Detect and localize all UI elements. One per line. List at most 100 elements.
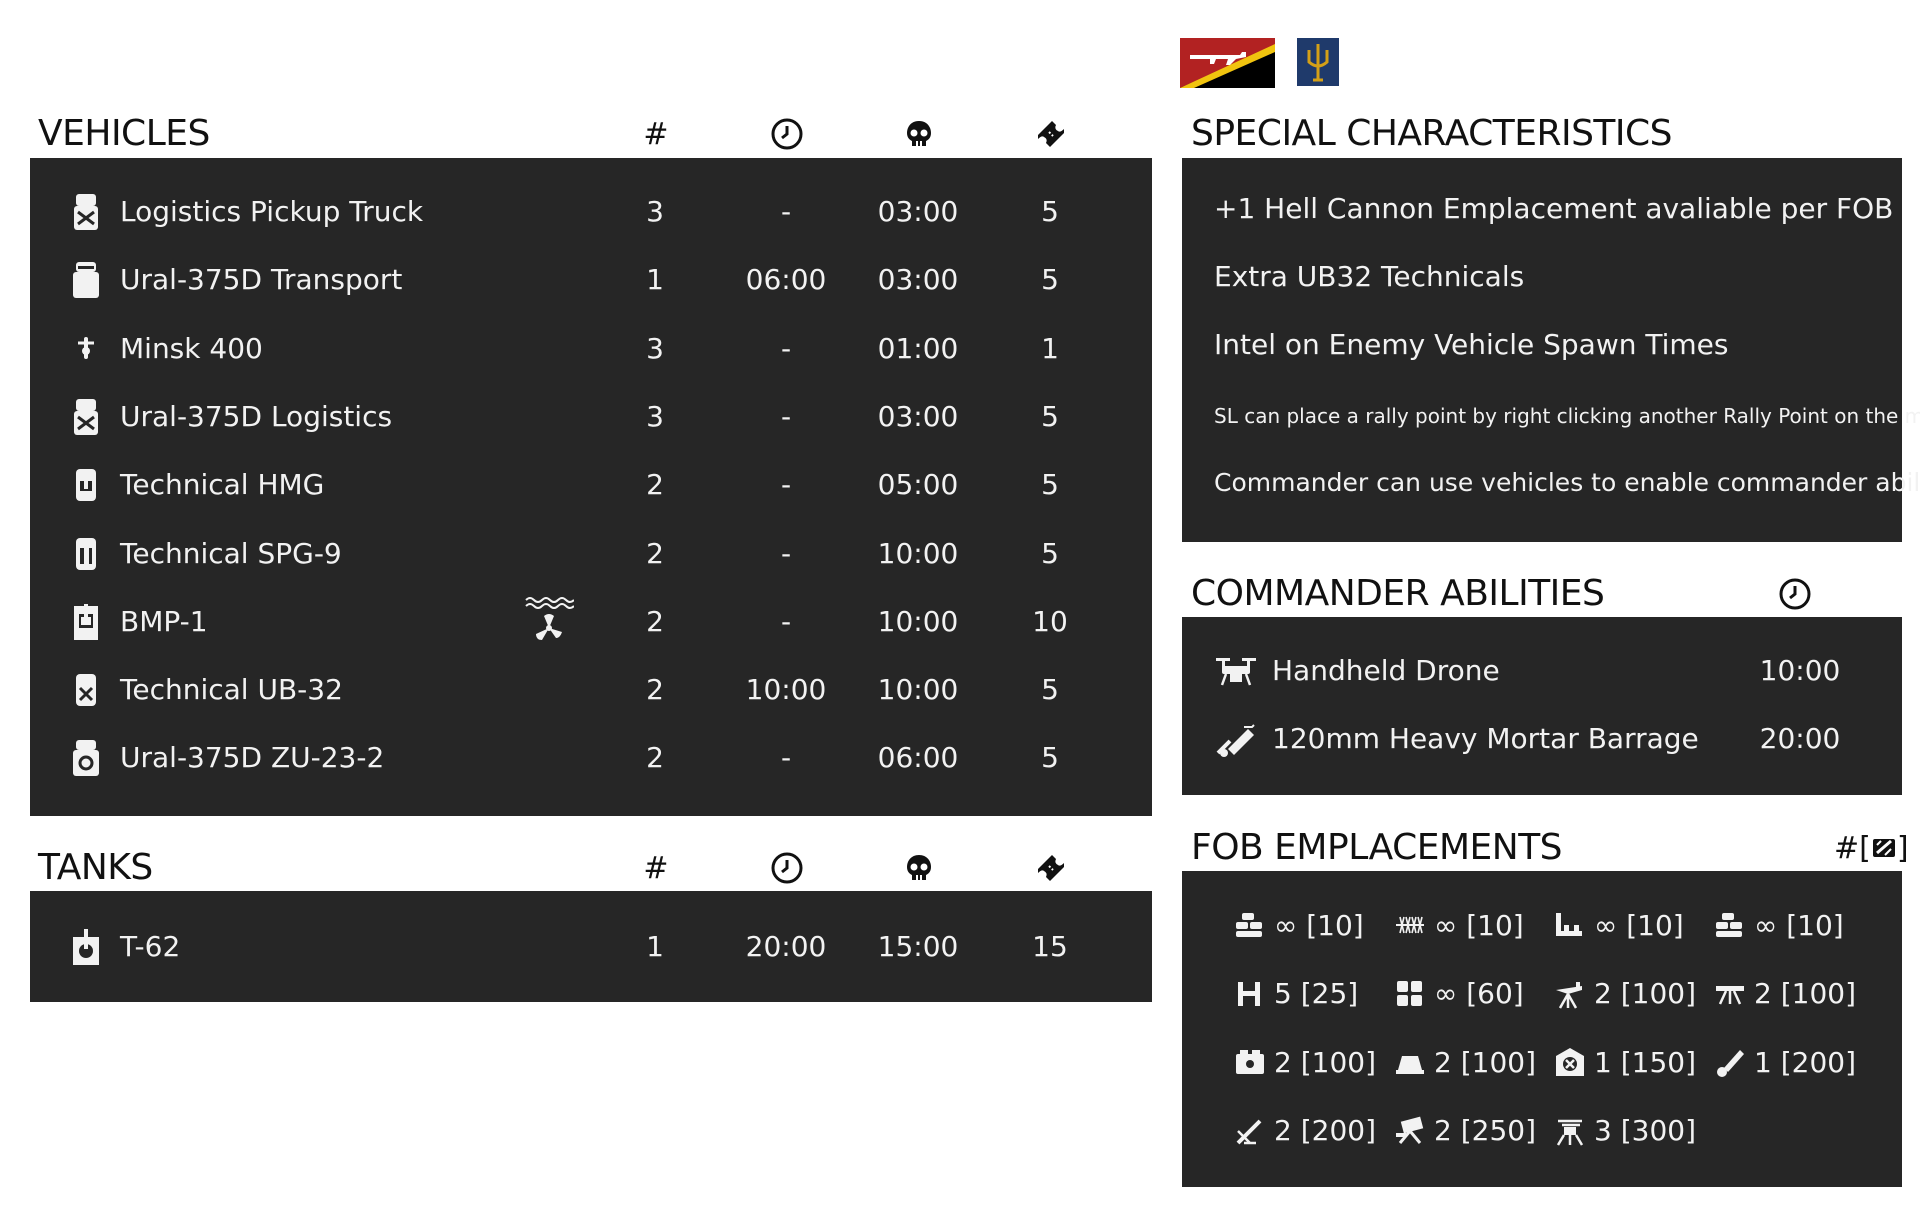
rifle-emplacement-icon [1716,985,1744,1005]
ticket-icon [1031,848,1071,888]
tanks-title: TANKS [38,847,153,888]
vehicle-name: Logistics Pickup Truck [120,195,424,228]
vehicle-delay: - [780,741,792,775]
motorcycle-icon [70,329,102,369]
fob-emplacement-item: 3 [300] [1554,1111,1696,1151]
special-characteristics-title: SPECIAL CHARACTERISTICS [1191,113,1673,154]
vehicle-row: Ural-375D Transport 1 06:00 03:00 5 [30,246,1152,314]
ammo-crate-icon [1236,1050,1264,1074]
vehicle-tickets: 1 [1041,331,1059,365]
vehicle-row: BMP-1 2 - 10:00 10 [30,588,1152,656]
fob-emplacement-item: 1 [200] [1714,1042,1856,1082]
fob-emplacement-item: ∞ [60] [1394,974,1524,1014]
subfaction-badge-icon [1297,38,1339,86]
fob-emplacement-text: ∞ [10] [1274,908,1364,942]
vehicle-tickets: 5 [1041,673,1059,707]
vehicle-row: Ural-375D Logistics 3 - 03:00 5 [30,383,1152,451]
vehicle-count: 2 [646,468,664,502]
ability-time: 10:00 [1759,654,1841,687]
vehicle-respawn: 03:00 [877,195,959,228]
vehicle-row: Technical SPG-9 2 - 10:00 5 [30,520,1152,588]
clock-icon [1775,574,1815,614]
fob-emplacement-item: ∞ [10] [1394,905,1524,945]
vehicle-name: BMP-1 [120,604,208,638]
ability-time: 20:00 [1759,722,1841,755]
vehicles-title: VEHICLES [38,113,210,154]
vehicle-delay: - [780,468,792,502]
fob-emplacements-panel: ∞ [10] ∞ [10] ∞ [10] ∞ [10] 5 [25] ∞ [60] 2 [1… [1182,871,1902,1187]
tanks-count-column-header: # [643,850,669,886]
vehicle-respawn: 01:00 [877,331,959,365]
special-item: Intel on Enemy Vehicle Spawn Times [1214,328,1729,361]
tank-icon [70,927,102,967]
ticket-icon [1031,114,1071,154]
fob-emplacement-text: 2 [100] [1754,977,1857,1010]
drone-icon [1214,655,1258,687]
vehicle-name: Ural-375D Transport [120,263,403,297]
vehicle-delay: - [780,536,792,570]
fob-emplacement-text: 2 [100] [1594,977,1697,1010]
count-column-header: # [643,116,669,152]
fob-emplacement-text: 5 [25] [1274,977,1359,1010]
fob-emplacement-text: ∞ [10] [1434,908,1524,942]
mortar-barrage-icon [1214,723,1258,757]
vehicle-tickets: 15 [1032,930,1068,963]
fob-emplacement-text: ∞ [60] [1434,977,1524,1010]
vehicle-name: T-62 [120,930,181,963]
fob-emplacement-text: 2 [100] [1274,1045,1377,1079]
special-item: +1 Hell Cannon Emplacement avaliable per… [1214,192,1894,225]
vehicle-name: Technical SPG-9 [120,536,342,570]
vehicle-count: 2 [646,673,664,707]
vehicle-tickets: 5 [1041,399,1059,433]
vehicle-row: Technical UB-32 2 10:00 10:00 5 [30,656,1152,724]
technical-rocket-icon [70,670,102,710]
vehicle-respawn: 03:00 [877,399,959,433]
fob-cost-header-label-end: ] [1896,830,1909,866]
aa-gun-icon [1556,1119,1584,1146]
fob-emplacement-item: 1 [150] [1554,1042,1696,1082]
vehicle-row: Technical HMG 2 - 05:00 5 [30,451,1152,519]
vehicle-tickets: 10 [1032,604,1068,638]
ability-row: 120mm Heavy Mortar Barrage 20:00 [1182,705,1902,773]
fob-cost-header-label: #[ [1834,830,1871,866]
hell-cannon-icon [1236,1119,1262,1144]
vehicle-name: Ural-375D ZU-23-2 [120,741,385,775]
fob-emplacement-item: 2 [100] [1554,974,1696,1014]
rocket-launcher-icon [1396,1116,1424,1144]
ability-name: 120mm Heavy Mortar Barrage [1272,722,1699,755]
vehicle-delay: - [780,195,792,228]
repair-station-icon [1556,1048,1584,1076]
vehicle-tickets: 5 [1041,195,1059,228]
vehicle-tickets: 5 [1041,536,1059,570]
ability-name: Handheld Drone [1272,654,1500,687]
fob-emplacement-item: ∞ [10] [1234,905,1364,945]
vehicle-tickets: 5 [1041,741,1059,775]
ability-row: Handheld Drone 10:00 [1182,637,1902,705]
vehicle-respawn: 10:00 [877,604,959,638]
fob-emplacement-item: ∞ [10] [1714,905,1844,945]
vehicle-name: Technical UB-32 [120,673,343,707]
bunker-icon [1396,1056,1424,1074]
vehicle-name: Technical HMG [120,468,325,502]
tank-row: T-62 1 20:00 15:00 15 [30,913,1152,981]
vehicle-count: 1 [646,263,664,297]
fob-emplacement-item: 2 [250] [1394,1111,1536,1151]
special-characteristics-panel: +1 Hell Cannon Emplacement avaliable per… [1182,158,1920,542]
ifv-icon [70,602,102,642]
vehicle-respawn: 06:00 [877,741,959,775]
vehicle-delay: - [780,604,792,638]
vehicle-delay: 06:00 [745,263,827,297]
clock-icon [767,848,807,888]
vehicle-row: Logistics Pickup Truck 3 - 03:00 5 [30,178,1152,246]
truck-aa-icon [70,738,102,778]
technical-hmg-icon [70,465,102,505]
sandbags-icon [1236,913,1262,937]
vehicle-count: 2 [646,741,664,775]
vehicle-tickets: 5 [1041,468,1059,502]
clock-icon [767,114,807,154]
fob-emplacement-text: 2 [200] [1274,1114,1377,1147]
vehicle-respawn: 03:00 [877,263,959,297]
vehicle-count: 3 [646,331,664,365]
vehicle-delay: 20:00 [745,930,827,963]
sandbag-wall-icon [1716,913,1742,937]
